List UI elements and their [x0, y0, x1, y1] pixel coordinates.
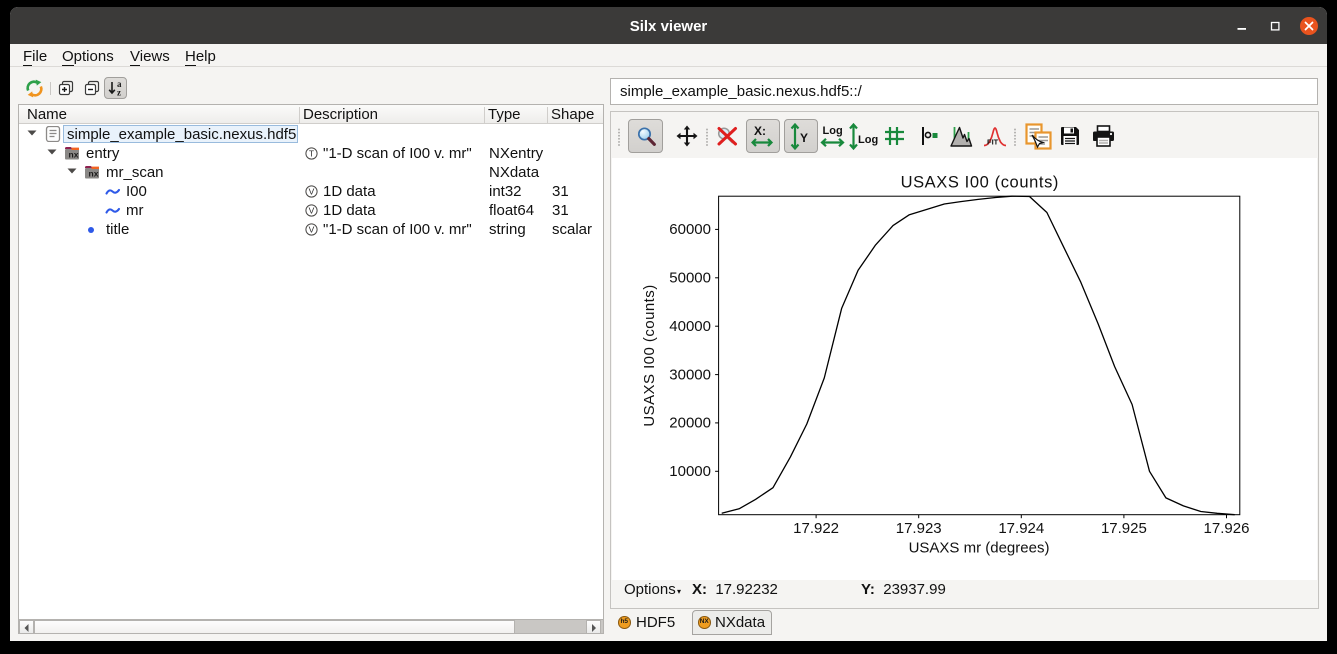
- svg-text:USAXS I00 (counts): USAXS I00 (counts): [901, 174, 1059, 192]
- svg-text:Y: Y: [800, 131, 808, 145]
- svg-text:X:: X:: [754, 124, 766, 138]
- svg-text:V: V: [309, 186, 315, 196]
- svg-text:Log: Log: [858, 134, 878, 146]
- svg-text:30000: 30000: [669, 366, 711, 383]
- svg-text:17.926: 17.926: [1204, 520, 1250, 537]
- svg-text:nx: nx: [69, 149, 79, 159]
- svg-text:40000: 40000: [669, 318, 711, 335]
- svg-text:T: T: [309, 148, 314, 158]
- svg-text:10000: 10000: [669, 463, 711, 480]
- svg-text:USAXS I00 (counts): USAXS I00 (counts): [641, 284, 658, 426]
- svg-text:17.923: 17.923: [896, 520, 942, 537]
- svg-text:USAXS mr (degrees): USAXS mr (degrees): [909, 539, 1050, 556]
- svg-text:nx: nx: [89, 168, 99, 178]
- svg-text:FIT: FIT: [987, 138, 999, 147]
- svg-text:17.922: 17.922: [793, 520, 839, 537]
- svg-text:V: V: [309, 224, 315, 234]
- svg-text:V: V: [309, 205, 315, 215]
- svg-text:Log: Log: [823, 125, 843, 137]
- svg-text:50000: 50000: [669, 270, 711, 287]
- svg-text:z: z: [117, 88, 121, 98]
- svg-text:60000: 60000: [669, 221, 711, 238]
- svg-text:20000: 20000: [669, 415, 711, 432]
- svg-text:17.924: 17.924: [998, 520, 1044, 537]
- svg-text:17.925: 17.925: [1101, 520, 1147, 537]
